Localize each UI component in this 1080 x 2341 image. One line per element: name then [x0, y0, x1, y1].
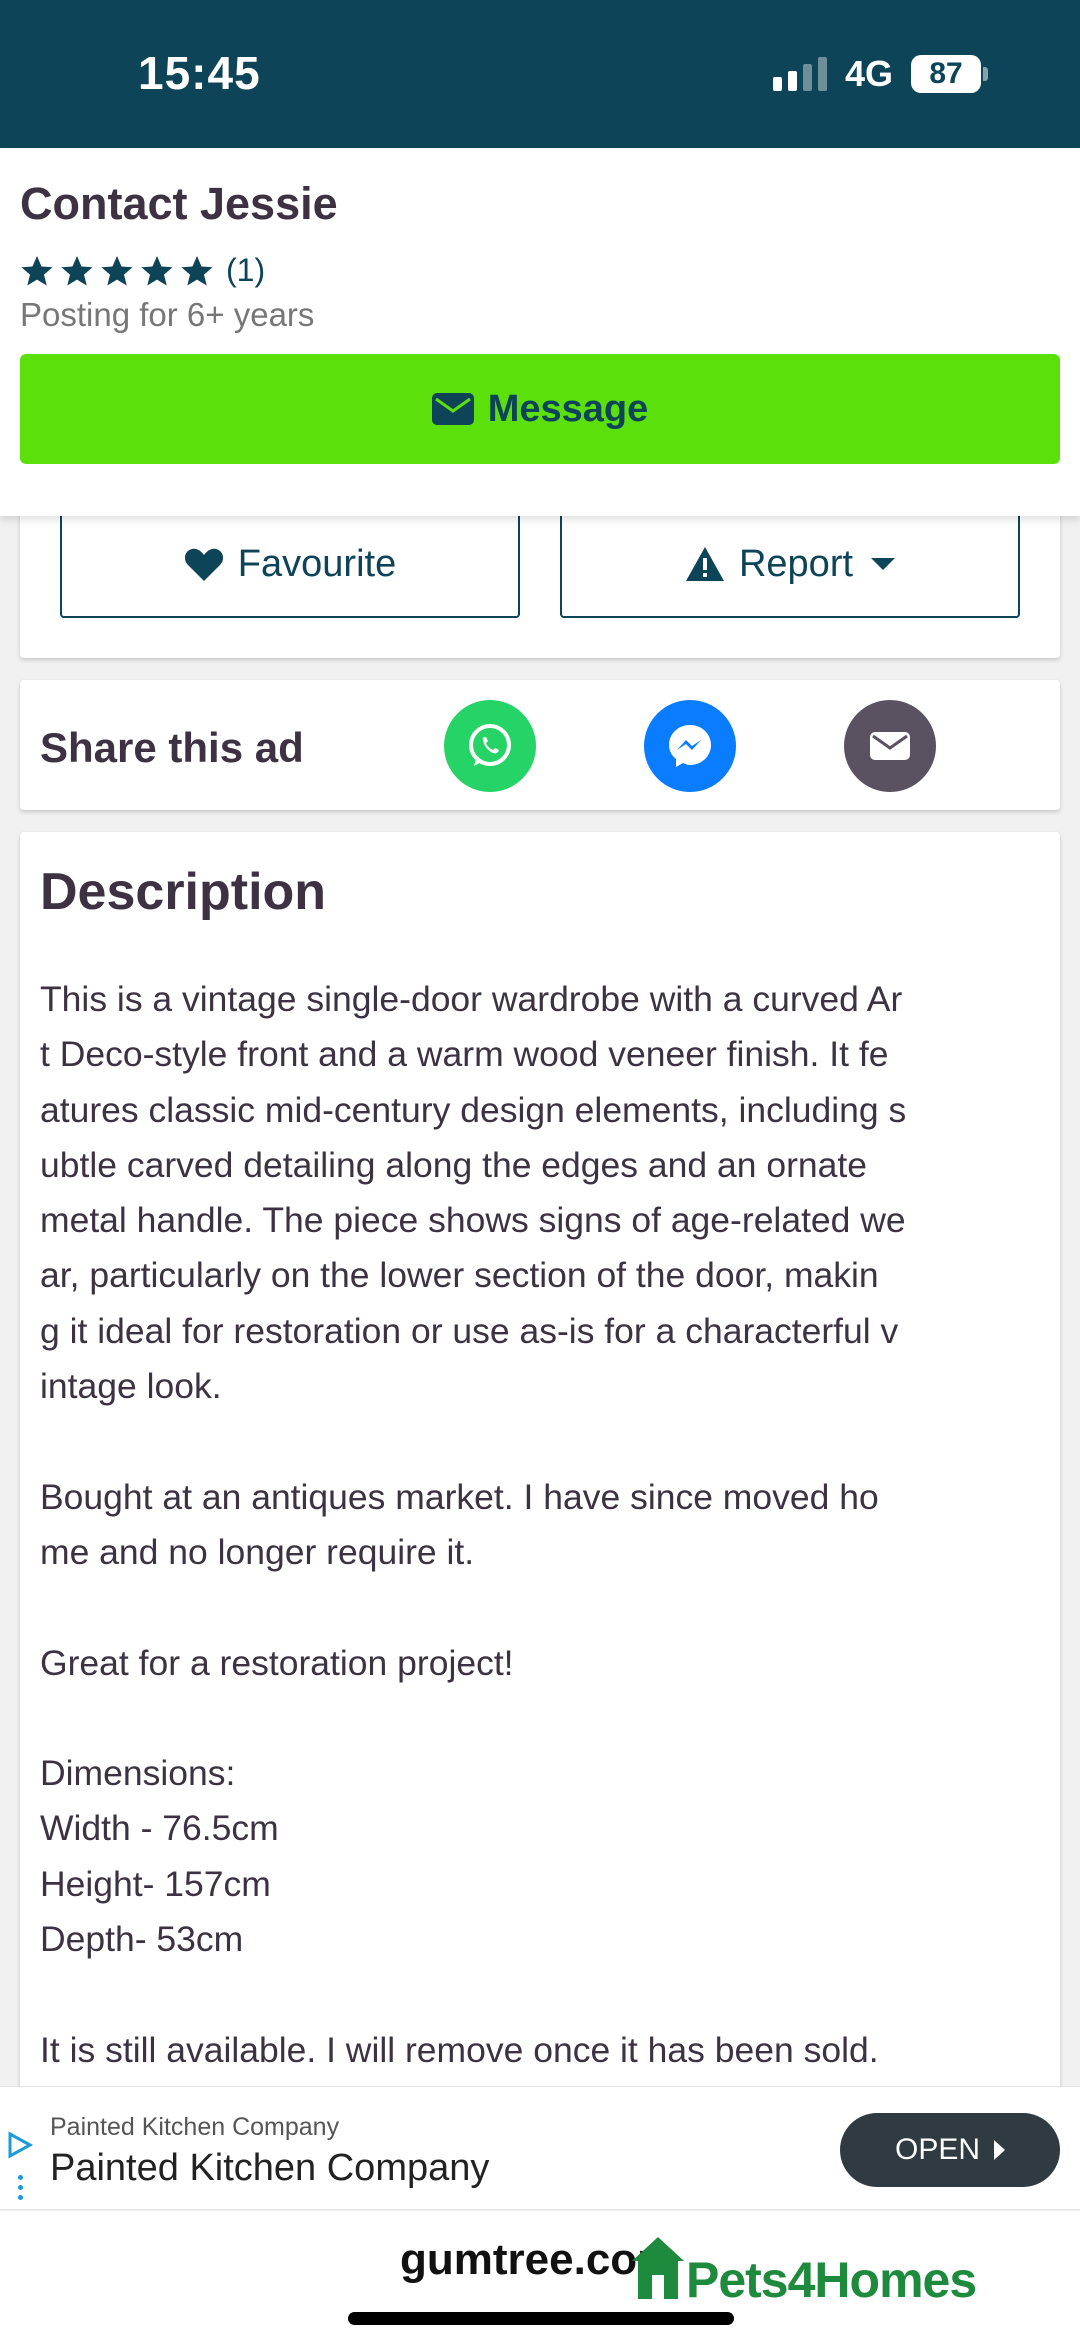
envelope-icon — [431, 393, 474, 425]
description-card: Description This is a vintage single-doo… — [20, 832, 1060, 2092]
description-line — [40, 1580, 1060, 1635]
description-line: Bought at an antiques market. I have sin… — [40, 1476, 879, 1517]
description-line: Depth- 53cm — [40, 1919, 244, 1960]
pets4homes-logo-icon — [632, 2237, 684, 2299]
chevron-right-icon — [994, 2140, 1006, 2160]
description-line: Great for a restoration project! — [40, 1642, 514, 1683]
status-indicators: 4G 87 — [772, 52, 988, 96]
signal-icon — [772, 57, 827, 91]
description-line: This is a vintage single-door wardrobe w… — [40, 979, 903, 1019]
messenger-icon[interactable] — [644, 700, 736, 792]
more-options-icon[interactable] — [18, 2175, 24, 2205]
description-line: Height- 157cm — [40, 1863, 271, 1904]
contact-panel: Contact Jessie (1) Posting for 6+ years … — [0, 148, 1080, 516]
ad-open-label: OPEN — [894, 2133, 981, 2166]
posting-duration: Posting for 6+ years — [20, 296, 315, 333]
report-button[interactable]: Report — [560, 510, 1020, 618]
battery-icon: 87 — [911, 55, 988, 93]
share-title: Share this ad — [40, 724, 304, 771]
message-button[interactable]: Message — [20, 354, 1060, 464]
star-icon — [61, 255, 93, 285]
description-line: atures classic mid-century design elemen… — [40, 1089, 907, 1130]
bottom-ad-area: gumtree.com Pets4Homes — [0, 2211, 1080, 2341]
favourite-button[interactable]: Favourite — [60, 510, 520, 618]
star-icon — [21, 255, 53, 285]
description-line: ubtle carved detailing along the edges a… — [40, 1144, 867, 1185]
description-line — [40, 1414, 1060, 1469]
star-icon — [181, 255, 213, 285]
status-time: 15:45 — [138, 47, 261, 99]
description-line: t Deco-style front and a warm wood venee… — [40, 1034, 889, 1075]
description-line: g it ideal for restoration or use as-is … — [40, 1310, 899, 1351]
seller-rating: (1) — [20, 252, 265, 289]
ad-advertiser-title: Painted Kitchen Company — [50, 2147, 490, 2189]
message-label: Message — [487, 387, 649, 430]
ad-advertiser-small: Painted Kitchen Company — [50, 2113, 340, 2141]
pets4homes-logo-text: Pets4Homes — [686, 2252, 977, 2308]
description-line — [40, 1691, 1060, 1746]
home-indicator[interactable] — [348, 2312, 734, 2325]
description-line: Width - 76.5cm — [40, 1808, 279, 1849]
description-line — [40, 1967, 1060, 2022]
adchoices-icon[interactable] — [6, 2131, 34, 2159]
description-line: Dimensions: — [40, 1753, 236, 1794]
contact-title: Contact Jessie — [20, 178, 338, 229]
warning-icon — [685, 547, 724, 581]
status-bar: 15:45 4G 87 — [0, 0, 1080, 148]
report-label: Report — [738, 542, 854, 585]
ad-banner[interactable]: Painted Kitchen Company Painted Kitchen … — [0, 2086, 1080, 2210]
description-line: ar, particularly on the lower section of… — [40, 1255, 879, 1296]
battery-level: 87 — [911, 55, 981, 93]
share-card: Share this ad — [20, 680, 1060, 810]
description-line: It is still available. I will remove onc… — [40, 2029, 879, 2070]
description-text: This is a vintage single-door wardrobe w… — [40, 972, 1060, 2078]
description-title: Description — [40, 863, 327, 921]
star-icon — [141, 255, 173, 285]
description-line: me and no longer require it. — [40, 1531, 475, 1572]
heart-icon — [184, 548, 223, 581]
rating-count: (1) — [226, 252, 266, 288]
chevron-down-icon — [871, 558, 896, 570]
ad-open-button[interactable]: OPEN — [840, 2113, 1060, 2187]
email-icon[interactable] — [844, 700, 936, 792]
network-type: 4G — [844, 53, 893, 94]
whatsapp-icon[interactable] — [444, 700, 536, 792]
favourite-label: Favourite — [237, 542, 397, 585]
description-line: metal handle. The piece shows signs of a… — [40, 1200, 906, 1241]
description-line: intage look. — [40, 1366, 222, 1407]
star-icon — [101, 255, 133, 285]
